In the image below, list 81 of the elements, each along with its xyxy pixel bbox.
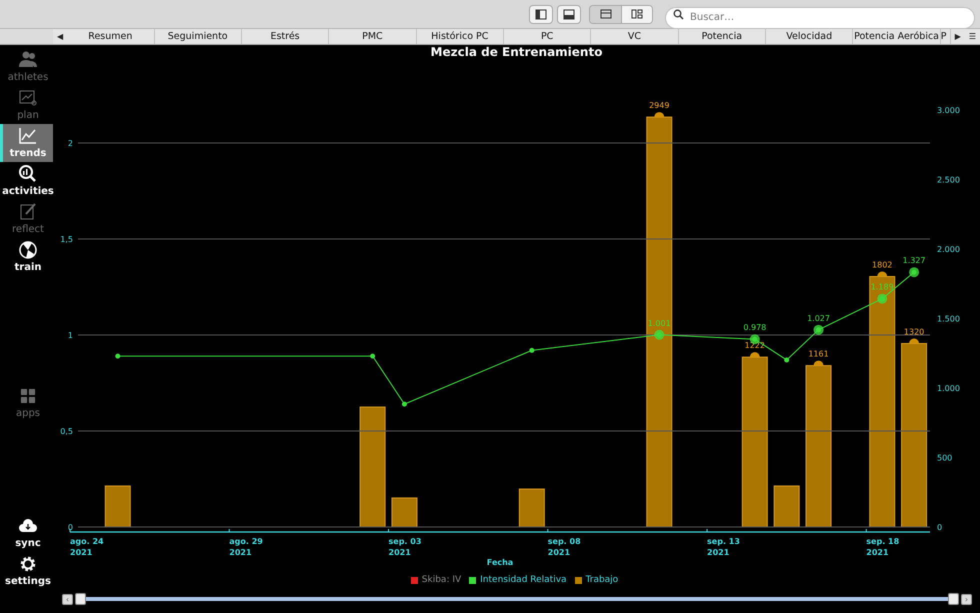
chart-title: Mezcla de Entrenamiento <box>430 45 604 59</box>
axis-tick-label: sep. 03 2021 <box>388 537 422 557</box>
sidebar-item[interactable]: train <box>0 238 53 276</box>
value-label: 1802 <box>872 260 892 270</box>
axis-tick-label: 1.500 <box>937 314 960 324</box>
axis-tick-label: 1 <box>68 331 73 340</box>
value-label: 1.327 <box>902 256 926 266</box>
axis-tick-label: 0 <box>937 523 942 532</box>
axis-tick-label: 1,5 <box>60 235 73 244</box>
scroll-right-button[interactable]: ▶ <box>950 29 965 44</box>
toolbar-button[interactable] <box>557 4 581 24</box>
axis-title: Fecha <box>486 558 514 567</box>
toolbar-button[interactable] <box>529 4 553 24</box>
value-label: 1.189 <box>870 282 894 292</box>
sidebar-item[interactable]: sync <box>0 514 53 552</box>
sidebar-toggle-icon <box>535 8 547 20</box>
layout-button[interactable] <box>621 6 652 22</box>
axis-tick-label: 2.500 <box>937 176 960 184</box>
slider-handle[interactable] <box>948 593 959 605</box>
axis-tick-label: 500 <box>937 454 952 462</box>
legend-label[interactable]: Trabajo <box>586 574 618 588</box>
data-point <box>370 354 376 359</box>
axis-tick-label: sep. 13 2021 <box>707 537 740 557</box>
people-icon <box>18 50 38 70</box>
tab[interactable]: Velocidad <box>766 29 854 44</box>
tab[interactable]: PMC <box>329 29 417 44</box>
axis-tick-label: 1.000 <box>937 384 960 393</box>
tile-layout-icon <box>631 9 643 19</box>
data-point <box>784 357 790 362</box>
data-marker <box>814 360 824 366</box>
tab[interactable]: PC <box>504 29 592 44</box>
search-chart-icon <box>18 164 38 184</box>
tab[interactable]: VC <box>591 29 679 44</box>
menu-button[interactable]: ☰ <box>964 29 980 44</box>
data-point <box>115 354 120 359</box>
sidebar-item[interactable]: trends <box>0 124 53 162</box>
tab[interactable]: P <box>940 29 951 44</box>
axis-tick-label: ago. 24 2021 <box>70 537 104 557</box>
data-point <box>402 402 407 407</box>
notepad-icon <box>18 202 38 222</box>
tab[interactable]: Seguimiento <box>154 29 242 44</box>
data-marker <box>750 352 760 358</box>
value-label: 1.001 <box>648 318 671 328</box>
value-label: 1.027 <box>807 314 830 323</box>
value-label: 2949 <box>649 101 670 110</box>
axis-tick-label: sep. 18 2021 <box>866 537 900 557</box>
axis-tick-label: ago. 29 2021 <box>229 537 263 557</box>
axis-tick-label: 2.000 <box>937 245 960 254</box>
axis-tick-label: sep. 08 2021 <box>548 537 581 557</box>
value-label: 0.978 <box>743 323 766 332</box>
tab[interactable]: Estrés <box>242 29 330 44</box>
axis-tick-label: 3.000 <box>937 106 960 115</box>
step-left-button[interactable]: ‹ <box>62 594 73 604</box>
tab[interactable]: Potencia <box>678 29 766 44</box>
search-field[interactable]: Buscar… <box>665 6 975 28</box>
value-label: 1161 <box>808 350 829 359</box>
sidebar-item[interactable]: settings <box>0 552 53 590</box>
tab[interactable]: Histórico PC <box>416 29 504 44</box>
slider-handle[interactable] <box>75 593 86 605</box>
legend-label[interactable]: Intensidad Relativa <box>480 574 567 588</box>
data-marker <box>877 272 888 277</box>
data-marker <box>654 112 664 118</box>
data-marker <box>909 338 920 344</box>
scroll-left-button[interactable]: ◀ <box>53 29 68 44</box>
layout-button[interactable] <box>590 6 621 22</box>
search-icon <box>673 9 684 20</box>
value-label: 1320 <box>904 328 924 337</box>
fan-icon <box>18 240 38 260</box>
tab[interactable]: Resumen <box>67 29 155 44</box>
legend-label[interactable]: Skiba: IV <box>422 574 462 588</box>
axis-tick-label: 2 <box>68 139 73 148</box>
tab-layout-icon <box>600 9 612 19</box>
tab[interactable]: Potencia Aeróbica <box>853 29 941 44</box>
value-label: 1222 <box>744 341 765 350</box>
bottom-panel-icon <box>563 8 575 20</box>
sidebar-item[interactable]: activities <box>0 162 53 200</box>
step-right-button[interactable]: › <box>961 594 972 604</box>
chart-board-icon <box>18 88 38 108</box>
data-point <box>529 348 534 353</box>
axis-tick-label: 0,5 <box>60 427 73 436</box>
trend-chart-icon <box>18 126 38 146</box>
